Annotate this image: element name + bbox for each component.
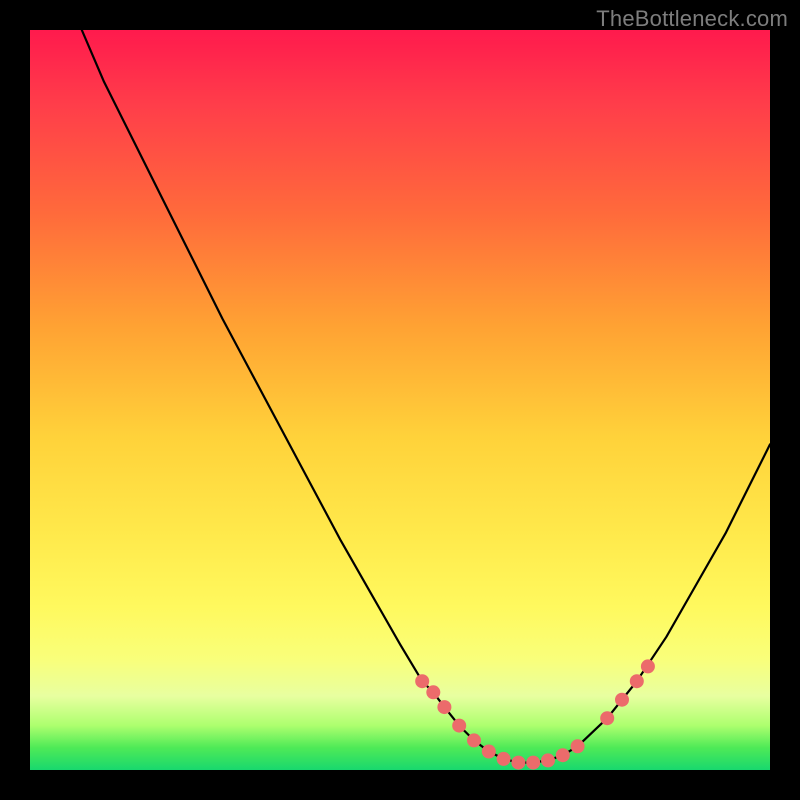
highlight-dot xyxy=(415,674,429,688)
chart-stage: TheBottleneck.com xyxy=(0,0,800,800)
highlight-dot xyxy=(497,752,511,766)
highlight-dot xyxy=(541,753,555,767)
chart-svg xyxy=(30,30,770,770)
highlight-dot xyxy=(437,700,451,714)
highlight-dot xyxy=(467,733,481,747)
highlight-dot xyxy=(526,756,540,770)
highlight-dot xyxy=(482,745,496,759)
bottleneck-curve xyxy=(82,30,770,763)
highlight-dot xyxy=(615,693,629,707)
highlight-dot xyxy=(600,711,614,725)
highlight-dot xyxy=(426,685,440,699)
plot-area xyxy=(30,30,770,770)
highlight-dot xyxy=(641,659,655,673)
highlight-dot xyxy=(511,756,525,770)
highlight-dot xyxy=(571,739,585,753)
highlight-dot xyxy=(452,719,466,733)
highlight-dot xyxy=(556,748,570,762)
highlight-dot xyxy=(630,674,644,688)
watermark-text: TheBottleneck.com xyxy=(596,6,788,32)
